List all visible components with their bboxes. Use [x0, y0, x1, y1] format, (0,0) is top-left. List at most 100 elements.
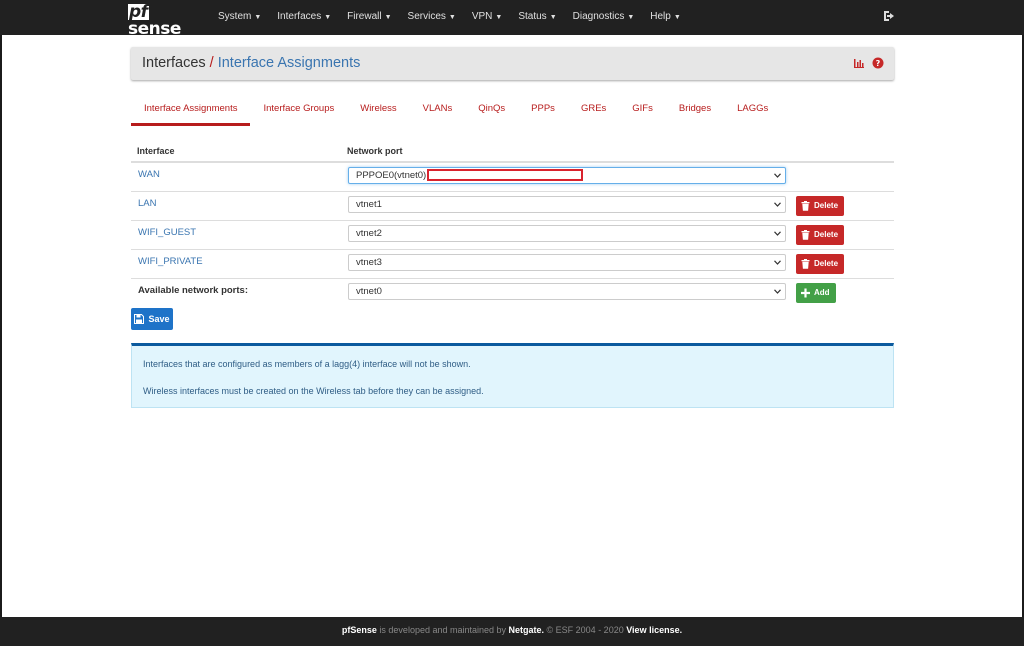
menu-label: VPN	[471, 11, 493, 22]
column-interface: Interface	[137, 146, 175, 156]
table-row-available: Available network ports: vtnet0 Add	[131, 279, 894, 308]
menu-label: Interfaces	[277, 11, 322, 22]
menu-label: Diagnostics	[572, 11, 625, 22]
trash-icon	[801, 259, 810, 269]
tab-interface-assignments[interactable]: Interface Assignments	[131, 98, 251, 126]
menu-label: Status	[518, 11, 547, 22]
breadcrumb-current[interactable]: Interface Assignments	[218, 55, 361, 71]
window-edge-left	[0, 0, 2, 646]
network-port-select-wifi-guest[interactable]: vtnet2	[348, 225, 786, 242]
network-port-select-lan[interactable]: vtnet1	[348, 196, 786, 213]
tab-gifs[interactable]: GIFs	[619, 98, 666, 126]
menu-status[interactable]: Status ▼	[510, 0, 564, 35]
logo-pf: pf	[128, 2, 149, 22]
tab-interface-groups[interactable]: Interface Groups	[250, 98, 347, 126]
menu-label: Help	[650, 11, 671, 22]
button-label: Delete	[814, 259, 839, 268]
button-label: Add	[814, 288, 830, 297]
svg-text:?: ?	[876, 59, 881, 68]
breadcrumb-parent[interactable]: Interfaces	[142, 55, 206, 71]
select-value: vtnet2	[356, 228, 382, 239]
select-value: vtnet1	[356, 199, 382, 210]
pfsense-logo[interactable]: pfsense COMMUNITY EDITION	[128, 4, 200, 46]
menu-help[interactable]: Help ▼	[642, 0, 689, 35]
caret-down-icon: ▼	[549, 14, 557, 21]
save-label: Save	[148, 314, 170, 324]
caret-down-icon: ▼	[627, 14, 635, 21]
menu-diagnostics[interactable]: Diagnostics ▼	[565, 0, 643, 35]
add-button[interactable]: Add	[796, 283, 836, 303]
breadcrumb: Interfaces / Interface Assignments	[142, 55, 360, 71]
main-menu: System ▼ Interfaces ▼ Firewall ▼ Services ▼ …	[210, 0, 689, 35]
chevron-down-icon	[774, 173, 781, 178]
menu-vpn[interactable]: VPN ▼	[464, 0, 511, 35]
tab-vlans[interactable]: VLANs	[410, 98, 466, 126]
top-navbar: pfsense COMMUNITY EDITION System ▼ Interf…	[0, 0, 1024, 46]
assignments-table: Interface Network port WAN PPPOE0(vtnet0…	[131, 140, 894, 308]
menu-label: System	[218, 11, 252, 22]
button-label: Delete	[814, 230, 839, 239]
menu-services[interactable]: Services ▼	[400, 0, 464, 35]
network-port-select-wan[interactable]: PPPOE0(vtnet0)	[348, 167, 786, 184]
footer-text-2: © ESF 2004 - 2020	[544, 625, 627, 635]
tab-laggs[interactable]: LAGGs	[724, 98, 781, 126]
trash-icon	[801, 230, 810, 240]
available-port-select[interactable]: vtnet0	[348, 283, 786, 300]
breadcrumb-separator: /	[209, 55, 214, 71]
menu-firewall[interactable]: Firewall ▼	[339, 0, 399, 35]
menu-label: Services	[407, 11, 446, 22]
tab-bridges[interactable]: Bridges	[666, 98, 724, 126]
select-value: vtnet3	[356, 257, 382, 268]
delete-button-wifi-private[interactable]: Delete	[796, 254, 845, 274]
redaction-box	[427, 169, 583, 181]
info-line-wireless: Wireless interfaces must be created on t…	[143, 386, 484, 396]
tab-qinqs[interactable]: QinQs	[465, 98, 518, 126]
column-network-port: Network port	[347, 146, 403, 156]
caret-down-icon: ▼	[673, 14, 681, 21]
network-port-select-wifi-private[interactable]: vtnet3	[348, 254, 786, 271]
table-row-wifi-guest: WIFI_GUEST vtnet2 Delete	[131, 221, 894, 250]
available-ports-label: Available network ports:	[138, 285, 248, 296]
select-value: vtnet0	[356, 286, 382, 297]
save-button[interactable]: Save	[131, 308, 173, 330]
table-header: Interface Network port	[131, 140, 894, 163]
info-line-lagg: Interfaces that are configured as member…	[143, 359, 471, 369]
footer-brand: pfSense	[341, 625, 377, 635]
trash-icon	[801, 201, 810, 211]
interface-link-wan[interactable]: WAN	[138, 169, 160, 180]
table-row-lan: LAN vtnet1 Delete	[131, 192, 894, 221]
page-header: Interfaces / Interface Assignments ?	[131, 47, 894, 80]
plus-icon	[801, 288, 810, 298]
help-icon[interactable]: ?	[872, 57, 884, 69]
menu-interfaces[interactable]: Interfaces ▼	[269, 0, 339, 35]
tab-gres[interactable]: GREs	[568, 98, 619, 126]
tab-ppps[interactable]: PPPs	[518, 98, 568, 126]
interface-link-lan[interactable]: LAN	[138, 198, 156, 209]
delete-button-lan[interactable]: Delete	[796, 196, 845, 216]
chevron-down-icon	[774, 289, 781, 294]
interface-link-wifi-guest[interactable]: WIFI_GUEST	[138, 227, 196, 238]
logo-subtitle: COMMUNITY EDITION	[128, 39, 200, 46]
logo-wordmark: pfsense	[128, 4, 200, 38]
caret-down-icon: ▼	[384, 14, 392, 21]
interface-link-wifi-private[interactable]: WIFI_PRIVATE	[138, 256, 203, 267]
caret-down-icon: ▼	[495, 14, 503, 21]
menu-system[interactable]: System ▼	[210, 0, 269, 35]
chevron-down-icon	[774, 260, 781, 265]
caret-down-icon: ▼	[324, 14, 332, 21]
caret-down-icon: ▼	[254, 14, 262, 21]
caret-down-icon: ▼	[448, 14, 456, 21]
logo-sense: sense	[128, 19, 181, 39]
tab-wireless[interactable]: Wireless	[347, 98, 409, 126]
footer: pfSense is developed and maintained by N…	[0, 617, 1024, 646]
chevron-down-icon	[774, 202, 781, 207]
button-label: Delete	[814, 201, 839, 210]
bar-chart-icon[interactable]	[853, 57, 865, 69]
delete-button-wifi-guest[interactable]: Delete	[796, 225, 845, 245]
header-icons: ?	[853, 57, 884, 69]
footer-text-1: is developed and maintained by	[376, 625, 509, 635]
info-panel: Interfaces that are configured as member…	[131, 343, 894, 408]
view-license-link[interactable]: View license.	[626, 625, 682, 635]
logout-icon[interactable]	[882, 9, 896, 23]
footer-company-link[interactable]: Netgate.	[509, 625, 545, 635]
